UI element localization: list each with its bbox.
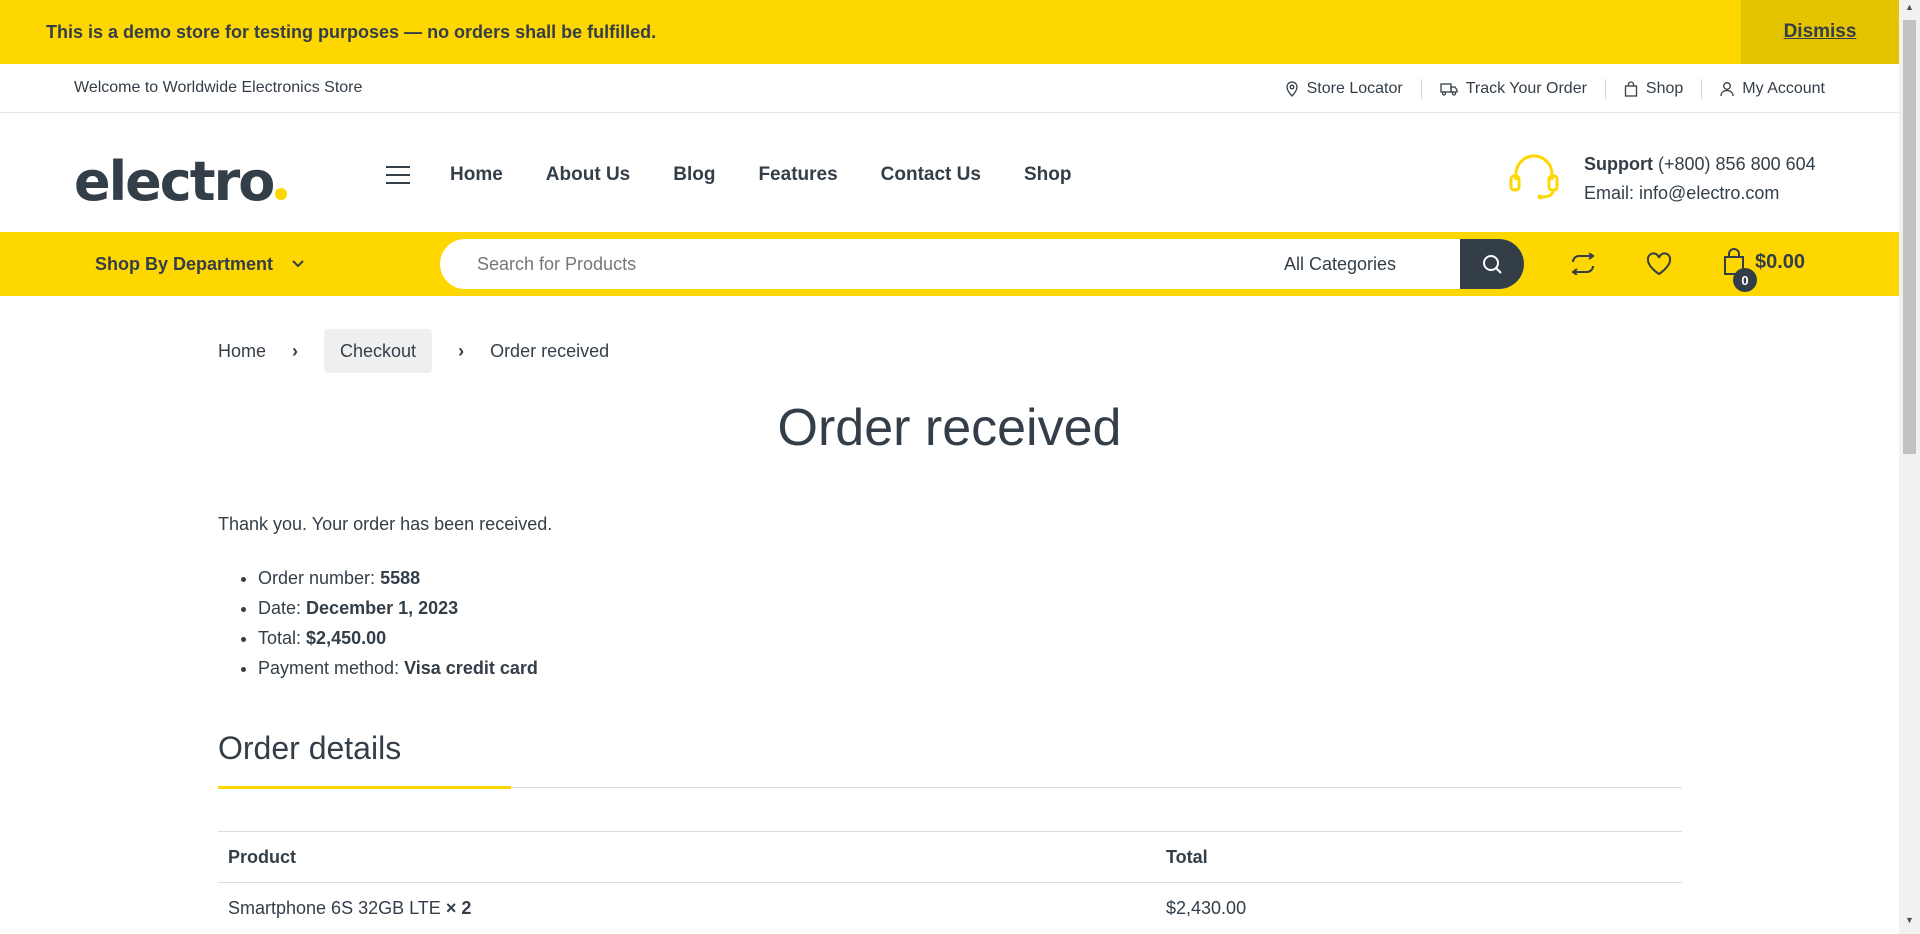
support-label: Support xyxy=(1584,154,1653,174)
heart-icon xyxy=(1646,252,1672,276)
chevron-right-icon: › xyxy=(292,340,299,361)
top-bar-links: Store Locator Track Your Order Shop My A… xyxy=(1267,64,1825,113)
table-row: Smartphone 6S 32GB LTE × 2 $2,430.00 xyxy=(218,882,1682,934)
search-navbar: Shop By Department Search for Products A… xyxy=(0,232,1899,296)
payment-method-value: Visa credit card xyxy=(404,658,538,678)
order-number-value: 5588 xyxy=(380,568,421,588)
cart-count-badge: 0 xyxy=(1733,268,1757,292)
primary-nav: Home About Us Blog Features Contact Us S… xyxy=(450,164,1114,186)
search-input[interactable]: Search for Products xyxy=(477,254,1284,275)
category-select-value: All Categories xyxy=(1284,253,1397,274)
nav-shop[interactable]: Shop xyxy=(1024,164,1072,186)
track-order-label: Track Your Order xyxy=(1465,79,1587,97)
shop-label: Shop xyxy=(1645,79,1684,97)
site-logo[interactable]: electro xyxy=(74,150,288,213)
logo-dot xyxy=(275,188,288,200)
nav-contact-us[interactable]: Contact Us xyxy=(881,164,981,186)
search-button[interactable] xyxy=(1460,239,1524,289)
top-bar: Welcome to Worldwide Electronics Store S… xyxy=(0,64,1899,113)
page-title: Order received xyxy=(777,399,1122,457)
nav-features[interactable]: Features xyxy=(758,164,837,186)
order-number: Order number: 5588 xyxy=(258,563,538,593)
product-total-cell: $2,430.00 xyxy=(1156,882,1682,934)
dismiss-link[interactable]: Dismiss xyxy=(1741,0,1899,64)
product-link[interactable]: Smartphone 6S 32GB LTE xyxy=(228,898,441,918)
chevron-down-icon xyxy=(292,260,304,268)
breadcrumb-current: Order received xyxy=(490,340,610,361)
order-total-value: $2,450.00 xyxy=(306,628,387,648)
product-cell: Smartphone 6S 32GB LTE × 2 xyxy=(218,882,1156,934)
breadcrumb-home[interactable]: Home xyxy=(218,341,266,362)
user-icon xyxy=(1720,81,1734,96)
compare-icon xyxy=(1571,253,1595,275)
nav-home[interactable]: Home xyxy=(450,164,503,186)
order-total: Total: $2,450.00 xyxy=(258,623,538,653)
header-tools xyxy=(1570,232,1722,296)
page-scrollbar[interactable]: ▲ ▼ xyxy=(1899,0,1920,934)
support-text: Support (+800) 856 800 604 Email: info@e… xyxy=(1584,150,1816,208)
support-phone: (+800) 856 800 604 xyxy=(1658,154,1816,174)
column-header-total: Total xyxy=(1156,831,1682,883)
logo-text: electro xyxy=(74,150,275,213)
headset-icon xyxy=(1509,154,1559,200)
truck-icon xyxy=(1440,82,1458,96)
shop-link[interactable]: Shop xyxy=(1604,78,1701,99)
nav-about-us[interactable]: About Us xyxy=(546,164,630,186)
chevron-right-icon: › xyxy=(458,340,465,361)
my-account-link[interactable]: My Account xyxy=(1701,78,1825,99)
cart-total: $0.00 xyxy=(1755,250,1806,273)
shop-by-department-button[interactable]: Shop By Department xyxy=(95,232,305,296)
order-date: Date: December 1, 2023 xyxy=(258,593,538,623)
compare-button[interactable] xyxy=(1570,253,1596,275)
scroll-down-icon[interactable]: ▼ xyxy=(1899,915,1920,932)
title-accent-bar xyxy=(218,786,511,789)
track-order-link[interactable]: Track Your Order xyxy=(1420,78,1605,99)
product-search: Search for Products All Categories ▲▼ xyxy=(440,239,1524,289)
menu-icon[interactable] xyxy=(386,166,410,186)
page: This is a demo store for testing purpose… xyxy=(0,0,1899,934)
map-pin-icon xyxy=(1285,80,1298,97)
cart-button[interactable]: 0 $0.00 xyxy=(1723,248,1806,292)
demo-store-notice: This is a demo store for testing purpose… xyxy=(0,0,1899,64)
support-info: Support (+800) 856 800 604 Email: info@e… xyxy=(1508,148,1816,208)
store-locator-label: Store Locator xyxy=(1306,79,1403,97)
store-locator-link[interactable]: Store Locator xyxy=(1267,79,1421,99)
payment-method: Payment method: Visa credit card xyxy=(258,653,538,683)
wishlist-button[interactable] xyxy=(1646,252,1672,276)
breadcrumb-checkout[interactable]: Checkout xyxy=(324,329,433,373)
table-header-row: Product Total xyxy=(218,831,1682,883)
product-quantity: × 2 xyxy=(445,897,472,918)
order-overview: Order number: 5588 Date: December 1, 202… xyxy=(258,563,538,683)
shop-by-department-label: Shop By Department xyxy=(95,253,274,274)
scroll-up-icon[interactable]: ▲ xyxy=(1899,2,1920,19)
column-header-product: Product xyxy=(218,831,1156,883)
order-details-table: Product Total Smartphone 6S 32GB LTE × 2… xyxy=(218,831,1682,934)
search-icon xyxy=(1483,255,1502,274)
welcome-text: Welcome to Worldwide Electronics Store xyxy=(74,79,363,96)
demo-notice-message: This is a demo store for testing purpose… xyxy=(46,21,657,42)
nav-blog[interactable]: Blog xyxy=(673,164,715,186)
support-email: Email: info@electro.com xyxy=(1584,183,1780,203)
breadcrumb: Home › Checkout › Order received xyxy=(218,329,609,373)
my-account-label: My Account xyxy=(1742,79,1825,97)
order-details-title: Order details xyxy=(218,730,402,766)
scrollbar-thumb[interactable] xyxy=(1903,20,1916,454)
shopping-bag-icon xyxy=(1624,80,1638,97)
order-date-value: December 1, 2023 xyxy=(306,598,459,618)
site-header: electro Home About Us Blog Features Cont… xyxy=(0,114,1899,232)
thank-you-message: Thank you. Your order has been received. xyxy=(218,514,553,534)
